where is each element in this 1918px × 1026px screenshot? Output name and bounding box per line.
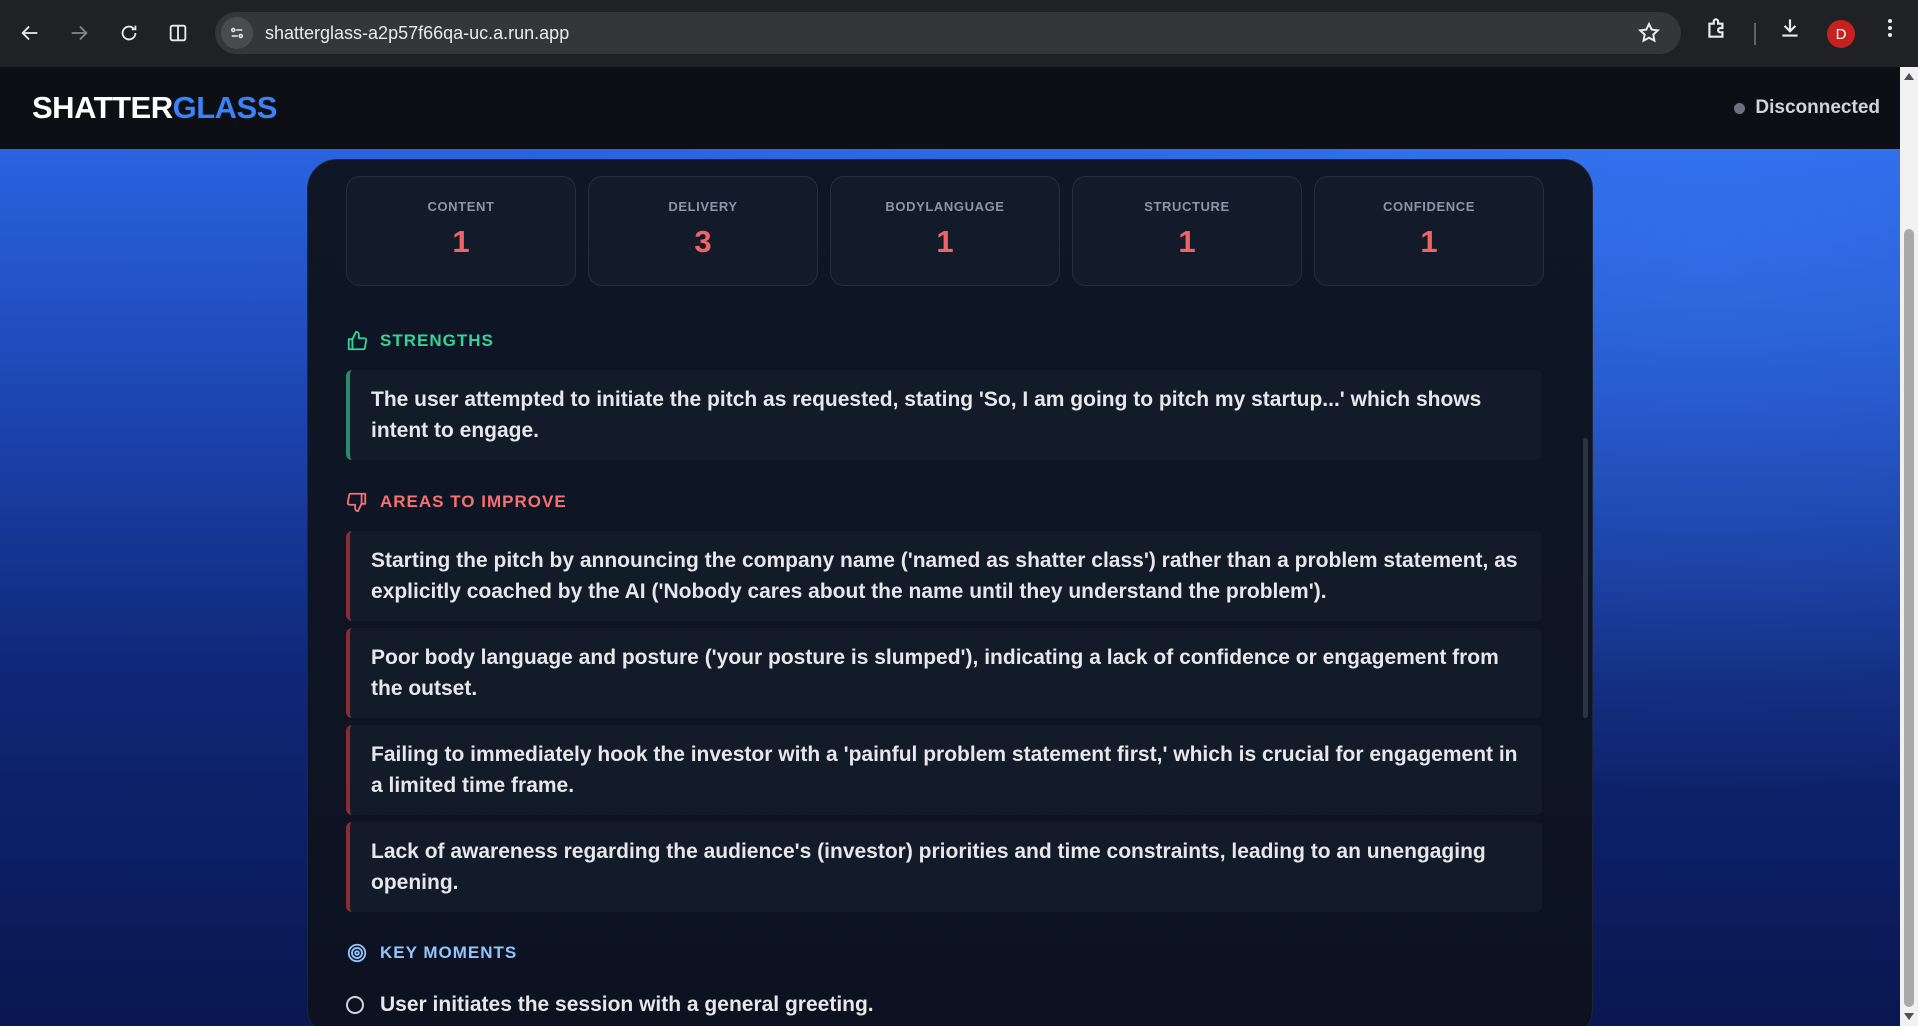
- connection-status: Disconnected: [1734, 97, 1880, 119]
- back-button[interactable]: [12, 15, 48, 51]
- feedback-panel: CONTENT 1 DELIVERY 3 BODYLANGUAGE 1 STRU…: [307, 159, 1593, 1026]
- improve-item: Starting the pitch by announcing the com…: [346, 531, 1542, 621]
- scroll-down-arrow-icon[interactable]: [1904, 1013, 1914, 1020]
- score-card-bodylanguage: BODYLANGUAGE 1: [830, 176, 1060, 286]
- status-dot-icon: [1734, 102, 1746, 114]
- score-value: 1: [452, 224, 470, 259]
- circle-icon: [346, 996, 364, 1014]
- strength-item: The user attempted to initiate the pitch…: [346, 370, 1542, 460]
- forward-button[interactable]: [61, 15, 97, 51]
- score-value: 1: [1178, 224, 1196, 259]
- menu-button[interactable]: [1878, 15, 1902, 41]
- score-card-confidence: CONFIDENCE 1: [1314, 176, 1544, 286]
- score-value: 1: [936, 224, 954, 259]
- url-text[interactable]: shatterglass-a2p57f66qa-uc.a.run.app: [265, 23, 569, 44]
- improve-item: Poor body language and posture ('your po…: [346, 628, 1542, 718]
- extensions-button[interactable]: [1704, 15, 1730, 41]
- score-value: 1: [1420, 224, 1438, 259]
- score-label: STRUCTURE: [1144, 199, 1230, 214]
- thumbs-up-icon: [347, 330, 368, 351]
- strengths-title: STRENGTHS: [380, 331, 494, 350]
- panel-scrollbar-thumb[interactable]: [1583, 438, 1588, 718]
- more-vert-icon: [1888, 19, 1892, 37]
- thumbs-down-icon: [346, 492, 367, 513]
- arrow-right-icon: [71, 25, 88, 41]
- score-value: 3: [694, 224, 712, 259]
- score-label: CONFIDENCE: [1383, 199, 1475, 214]
- arrow-left-icon: [21, 25, 38, 41]
- split-view-icon: [169, 24, 187, 42]
- score-label: CONTENT: [427, 199, 495, 214]
- split-view-button[interactable]: [160, 15, 196, 51]
- key-moment-item: User initiates the session with a genera…: [346, 993, 874, 1017]
- bookmark-button[interactable]: [1637, 21, 1661, 50]
- improve-item: Failing to immediately hook the investor…: [346, 725, 1542, 815]
- key-moments-title: KEY MOMENTS: [380, 943, 518, 962]
- address-bar[interactable]: shatterglass-a2p57f66qa-uc.a.run.app: [215, 12, 1681, 54]
- improve-title: AREAS TO IMPROVE: [380, 492, 567, 511]
- score-card-content: CONTENT 1: [346, 176, 576, 286]
- score-cards: CONTENT 1 DELIVERY 3 BODYLANGUAGE 1 STRU…: [346, 176, 1544, 286]
- score-card-delivery: DELIVERY 3: [588, 176, 818, 286]
- reload-icon: [121, 25, 137, 41]
- improve-heading: AREAS TO IMPROVE: [346, 491, 567, 513]
- browser-toolbar: shatterglass-a2p57f66qa-uc.a.run.app D: [0, 0, 1918, 67]
- logo[interactable]: SHATTERGLASS: [32, 90, 277, 126]
- reload-button[interactable]: [111, 15, 147, 51]
- profile-avatar[interactable]: D: [1827, 20, 1855, 48]
- scroll-up-arrow-icon[interactable]: [1904, 73, 1914, 80]
- score-label: BODYLANGUAGE: [885, 199, 1005, 214]
- logo-part-2: GLASS: [172, 90, 278, 125]
- star-icon: [1637, 21, 1661, 43]
- app-header: SHATTERGLASS Disconnected: [0, 67, 1900, 149]
- key-moments-heading: KEY MOMENTS: [346, 942, 517, 964]
- downloads-button[interactable]: [1777, 15, 1803, 41]
- download-icon: [1782, 19, 1798, 37]
- toolbar-divider: [1754, 23, 1756, 45]
- scrollbar-thumb[interactable]: [1904, 229, 1914, 1007]
- status-text: Disconnected: [1755, 97, 1880, 118]
- strengths-heading: STRENGTHS: [346, 330, 494, 352]
- tune-icon: [231, 27, 243, 39]
- key-moment-text: User initiates the session with a genera…: [380, 993, 874, 1016]
- puzzle-icon: [1708, 18, 1724, 38]
- target-icon: [347, 943, 367, 963]
- page-scrollbar[interactable]: [1900, 67, 1918, 1026]
- score-card-structure: STRUCTURE 1: [1072, 176, 1302, 286]
- improve-item: Lack of awareness regarding the audience…: [346, 822, 1542, 912]
- score-label: DELIVERY: [668, 199, 738, 214]
- site-info-button[interactable]: [221, 17, 253, 49]
- logo-part-1: SHATTER: [32, 90, 173, 125]
